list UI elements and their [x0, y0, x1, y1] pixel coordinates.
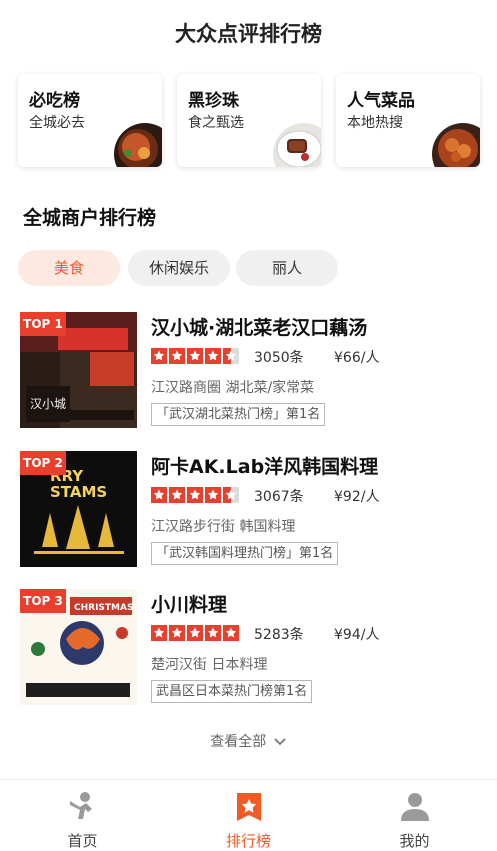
tab-home[interactable]: 首页 [0, 780, 165, 851]
star-full-icon [223, 625, 239, 641]
star-full-icon [169, 487, 185, 503]
card-title: 必吃榜 [29, 91, 80, 111]
star-full-icon [169, 348, 185, 364]
avg-price: ¥92/人 [334, 489, 380, 505]
rank-tag: TOP 1 [20, 312, 66, 336]
merchant-name: 小川料理 [151, 594, 228, 616]
tab-label: 我的 [399, 832, 430, 850]
merchant-location: 楚河汉街 日本料理 [151, 657, 268, 673]
tab-label: 排行榜 [225, 832, 271, 850]
rank-tag: TOP 3 [20, 589, 66, 613]
ranking-badge-icon [237, 793, 261, 821]
bottom-tab-bar: 首页 排行榜 我的 [0, 779, 497, 851]
star-full-icon [187, 348, 203, 364]
see-all-label: 查看全部 [210, 734, 267, 750]
star-half-icon [223, 348, 239, 364]
review-count: 3067条 [254, 489, 304, 505]
merchant-name: 阿卡AK.Lab洋风韩国料理 [151, 456, 379, 478]
ranking-badge: 「武汉湖北菜热门榜」第1名 [151, 403, 326, 426]
avg-price: ¥66/人 [334, 350, 380, 366]
ranking-badge: 武昌区日本菜热门榜第1名 [151, 680, 313, 703]
card-black-pearl[interactable]: 黑珍珠 食之甄选 [177, 74, 321, 167]
card-must-eat[interactable]: 必吃榜 全城必去 [18, 74, 162, 167]
merchant-row[interactable]: 汉小城 TOP 1 汉小城·湖北菜老汉口藕汤 3050条 ¥66/人 江汉路商圈… [20, 310, 480, 430]
card-title: 黑珍珠 [188, 91, 239, 111]
merchant-name: 汉小城·湖北菜老汉口藕汤 [151, 317, 368, 339]
star-full-icon [205, 348, 221, 364]
svg-text:STAMS: STAMS [50, 483, 107, 501]
home-person-icon [70, 792, 92, 819]
star-full-icon [187, 487, 203, 503]
merchant-row[interactable]: RRY STAMS TOP 2 阿卡AK.Lab洋风韩国料理 3067条 ¥92… [20, 449, 480, 569]
review-count: 3050条 [254, 350, 304, 366]
star-full-icon [151, 487, 167, 503]
merchant-photo: 汉小城 TOP 1 [20, 312, 137, 428]
tab-profile[interactable]: 我的 [332, 780, 497, 851]
photo-signboard-text: 汉小城 [30, 397, 66, 411]
tab-ranking[interactable]: 排行榜 [166, 780, 331, 851]
review-count: 5283条 [254, 627, 304, 643]
star-full-icon [151, 625, 167, 641]
page-title: 大众点评排行榜 [175, 22, 322, 46]
merchant-location: 江汉路步行街 韩国料理 [151, 519, 296, 535]
card-subtitle: 本地热搜 [347, 115, 403, 131]
photo-sign-text: CHRISTMAS [74, 603, 133, 613]
card-title: 人气菜品 [347, 91, 415, 111]
star-full-icon [187, 625, 203, 641]
merchant-location: 江汉路商圈 湖北菜/家常菜 [151, 380, 315, 396]
star-full-icon [205, 625, 221, 641]
feature-cards: 必吃榜 全城必去 黑珍珠 食之甄选 人气菜品 本地热搜 [18, 74, 480, 167]
chevron-down-icon [274, 738, 286, 746]
tab-label: 首页 [67, 832, 98, 850]
star-half-icon [223, 487, 239, 503]
crayfish-photo [432, 123, 480, 167]
star-full-icon [151, 348, 167, 364]
steak-photo [273, 123, 321, 167]
tab-food[interactable]: 美食 [18, 250, 120, 286]
profile-icon [401, 793, 429, 821]
ranking-badge: 「武汉韩国料理热门榜」第1名 [151, 542, 339, 565]
merchant-photo: CHRISTMAS TOP 3 [20, 589, 137, 705]
rank-tag: TOP 2 [20, 451, 66, 475]
star-full-icon [169, 625, 185, 641]
dish-photo [114, 123, 162, 167]
card-popular-dish[interactable]: 人气菜品 本地热搜 [336, 74, 480, 167]
avg-price: ¥94/人 [334, 627, 380, 643]
card-subtitle: 食之甄选 [188, 115, 244, 131]
merchant-photo: RRY STAMS TOP 2 [20, 451, 137, 567]
section-title: 全城商户排行榜 [23, 207, 157, 229]
merchant-row[interactable]: CHRISTMAS TOP 3 小川料理 5283条 ¥94/人 楚河汉街 日本… [20, 587, 480, 707]
see-all-button[interactable]: 查看全部 [0, 731, 497, 751]
tab-beauty[interactable]: 丽人 [236, 250, 338, 286]
star-full-icon [205, 487, 221, 503]
tab-leisure[interactable]: 休闲娱乐 [128, 250, 230, 286]
card-subtitle: 全城必去 [29, 115, 85, 131]
